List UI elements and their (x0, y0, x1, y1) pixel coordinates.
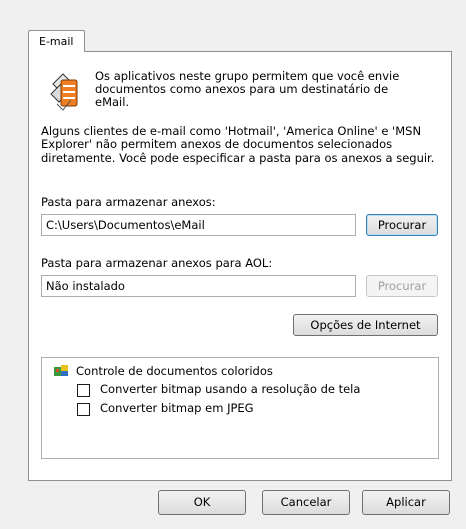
internet-options-button[interactable]: Opções de Internet (293, 314, 438, 336)
aol-folder-field[interactable]: Não instalado (41, 275, 356, 297)
cancel-button[interactable]: Cancelar (262, 490, 350, 515)
email-attachment-icon (50, 73, 78, 111)
screen-resolution-label: Converter bitmap usando a resolução de t… (100, 382, 361, 396)
attachments-folder-field[interactable]: C:\Users\Documentos\eMail (41, 214, 356, 236)
aol-browse-button[interactable]: Procurar (366, 275, 438, 297)
email-properties-dialog: E-mail Os aplicativos neste grupo permit… (0, 0, 466, 529)
jpeg-label: Converter bitmap em JPEG (100, 401, 254, 415)
info-description: Alguns clientes de e-mail como 'Hotmail'… (41, 124, 435, 165)
intro-description: Os aplicativos neste grupo permitem que … (95, 69, 400, 109)
email-tab-panel: Os aplicativos neste grupo permitem que … (28, 51, 452, 481)
attachments-browse-button[interactable]: Procurar (366, 214, 438, 236)
color-documents-title: Controle de documentos coloridos (76, 364, 273, 378)
tab-email[interactable]: E-mail (28, 30, 85, 52)
ok-button[interactable]: OK (158, 490, 246, 515)
aol-folder-label: Pasta para armazenar anexos para AOL: (41, 256, 273, 270)
attachments-folder-label: Pasta para armazenar anexos: (41, 195, 216, 209)
color-documents-group: Controle de documentos coloridos Convert… (41, 357, 439, 459)
jpeg-checkbox[interactable] (77, 403, 90, 416)
apply-button[interactable]: Aplicar (362, 490, 450, 515)
screen-resolution-checkbox[interactable] (77, 384, 90, 397)
color-document-icon (54, 365, 68, 376)
